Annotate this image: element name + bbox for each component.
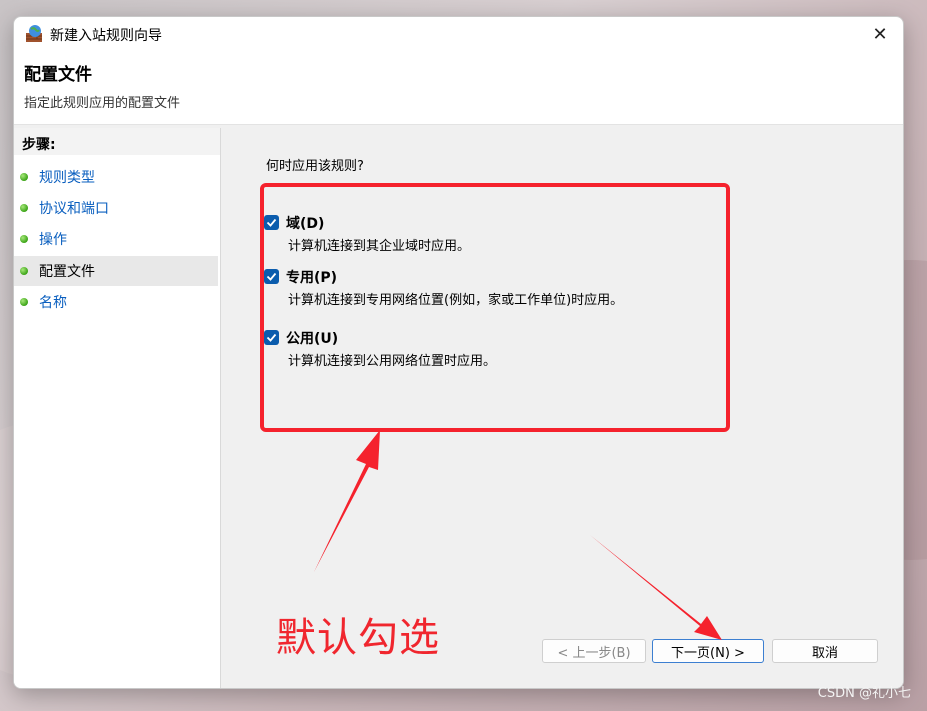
step-label: 操作 (39, 232, 67, 248)
check-icon (266, 272, 277, 281)
option-description: 计算机连接到专用网络位置(例如，家或工作单位)时应用。 (288, 293, 624, 308)
page-subtitle: 指定此规则应用的配置文件 (24, 96, 181, 111)
step-bullet-icon (20, 173, 28, 181)
question-label: 何时应用该规则? (266, 159, 364, 174)
firewall-app-icon (26, 25, 42, 42)
wizard-header: 配置文件 指定此规则应用的配置文件 (14, 51, 903, 125)
step-protocol-ports[interactable]: 协议和端口 (14, 193, 218, 223)
annotation-label: 默认勾选 (276, 615, 440, 661)
check-icon (266, 333, 277, 342)
step-profile[interactable]: 配置文件 (14, 256, 218, 286)
back-button[interactable]: < 上一步(B) (542, 639, 646, 663)
step-label: 配置文件 (39, 264, 95, 280)
domain-checkbox[interactable] (264, 215, 279, 230)
content-panel: 何时应用该规则? 域(D) 计算机连接到其企业域时应用。 专用(P) 计算机连接… (224, 125, 903, 688)
steps-heading: 步骤: (22, 137, 56, 153)
option-title: 公用(U) (286, 331, 339, 347)
cancel-button[interactable]: 取消 (772, 639, 878, 663)
option-description: 计算机连接到公用网络位置时应用。 (288, 354, 497, 369)
step-label: 规则类型 (39, 170, 95, 186)
wizard-body: 步骤: 规则类型 协议和端口 操作 配置文件 名称 何时应用该规则? 域(D) … (14, 125, 903, 688)
step-bullet-icon (20, 298, 28, 306)
step-action[interactable]: 操作 (14, 224, 218, 254)
option-description: 计算机连接到其企业域时应用。 (288, 239, 471, 254)
title-bar: 新建入站规则向导 ✕ (14, 17, 903, 51)
public-checkbox[interactable] (264, 330, 279, 345)
next-button[interactable]: 下一页(N) > (652, 639, 764, 663)
page-title: 配置文件 (24, 65, 92, 85)
window-title: 新建入站规则向导 (50, 28, 162, 44)
step-name[interactable]: 名称 (14, 287, 218, 317)
step-bullet-icon (20, 235, 28, 243)
step-bullet-icon (20, 204, 28, 212)
step-label: 协议和端口 (39, 201, 109, 217)
option-title: 域(D) (286, 216, 325, 232)
check-icon (266, 218, 277, 227)
watermark: CSDN @礼小七 (817, 686, 911, 701)
close-icon: ✕ (872, 23, 888, 45)
wizard-window: 新建入站规则向导 ✕ 配置文件 指定此规则应用的配置文件 步骤: 规则类型 协议… (13, 16, 904, 689)
step-rule-type[interactable]: 规则类型 (14, 162, 218, 192)
private-checkbox[interactable] (264, 269, 279, 284)
steps-panel: 步骤: 规则类型 协议和端口 操作 配置文件 名称 (14, 128, 221, 688)
step-label: 名称 (39, 295, 67, 311)
close-button[interactable]: ✕ (857, 17, 903, 51)
option-title: 专用(P) (286, 270, 338, 286)
step-bullet-icon (20, 267, 28, 275)
